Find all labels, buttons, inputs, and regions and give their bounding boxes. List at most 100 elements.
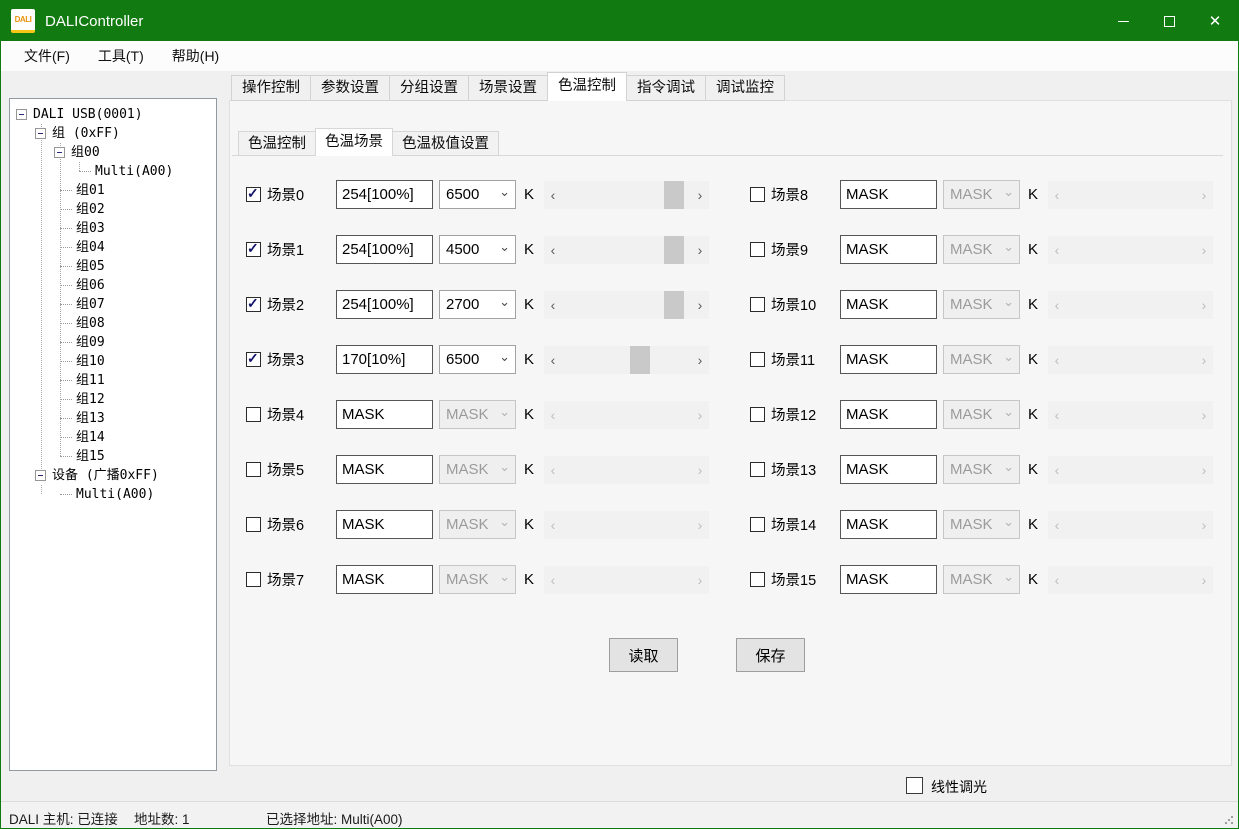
scroll-right-icon[interactable] — [691, 346, 709, 374]
scroll-left-icon[interactable] — [544, 511, 562, 539]
scrollbar-thumb[interactable] — [630, 346, 650, 374]
scroll-left-icon[interactable] — [1048, 291, 1066, 319]
scene-level-input[interactable]: MASK — [336, 400, 433, 429]
scroll-left-icon[interactable] — [544, 291, 562, 319]
scene-level-input[interactable]: MASK — [336, 510, 433, 539]
tab-5[interactable]: 指令调试 — [626, 75, 706, 101]
scene-checkbox[interactable] — [246, 462, 261, 477]
scene-checkbox[interactable] — [750, 297, 765, 312]
scene-scrollbar[interactable] — [544, 181, 709, 209]
tab-0[interactable]: 操作控制 — [231, 75, 311, 101]
scroll-left-icon[interactable] — [1048, 346, 1066, 374]
scroll-right-icon[interactable] — [691, 511, 709, 539]
scene-level-input[interactable]: MASK — [840, 180, 937, 209]
scrollbar-track[interactable] — [1066, 566, 1195, 594]
scene-temp-select[interactable]: MASK — [439, 455, 516, 484]
scrollbar-track[interactable] — [562, 566, 691, 594]
scene-scrollbar[interactable] — [1048, 456, 1213, 484]
subtab-2[interactable]: 色温极值设置 — [392, 131, 499, 156]
scroll-left-icon[interactable] — [544, 401, 562, 429]
scrollbar-track[interactable] — [562, 346, 691, 374]
tab-1[interactable]: 参数设置 — [310, 75, 390, 101]
scene-scrollbar[interactable] — [1048, 181, 1213, 209]
scene-checkbox[interactable] — [750, 517, 765, 532]
read-button[interactable]: 读取 — [609, 638, 678, 672]
scene-temp-select[interactable]: MASK — [943, 510, 1020, 539]
scene-level-input[interactable]: MASK — [336, 565, 433, 594]
scene-temp-select[interactable]: MASK — [943, 565, 1020, 594]
scene-scrollbar[interactable] — [544, 511, 709, 539]
scene-checkbox[interactable] — [246, 517, 261, 532]
scene-level-input[interactable]: MASK — [840, 510, 937, 539]
scene-temp-select[interactable]: 6500 — [439, 180, 516, 209]
scroll-right-icon[interactable] — [1195, 291, 1213, 319]
scene-scrollbar[interactable] — [544, 291, 709, 319]
menu-item-0[interactable]: 文件(F) — [10, 41, 84, 71]
scroll-right-icon[interactable] — [691, 181, 709, 209]
maximize-button[interactable] — [1146, 1, 1192, 41]
save-button[interactable]: 保存 — [736, 638, 805, 672]
collapse-icon[interactable] — [35, 128, 46, 139]
scene-scrollbar[interactable] — [544, 456, 709, 484]
close-button[interactable]: ✕ — [1192, 1, 1238, 41]
scene-level-input[interactable]: MASK — [840, 235, 937, 264]
scene-temp-select[interactable]: MASK — [439, 565, 516, 594]
scene-scrollbar[interactable] — [1048, 346, 1213, 374]
scrollbar-track[interactable] — [1066, 346, 1195, 374]
scene-scrollbar[interactable] — [544, 236, 709, 264]
menu-item-2[interactable]: 帮助(H) — [158, 41, 233, 71]
scene-temp-select[interactable]: MASK — [943, 455, 1020, 484]
scrollbar-thumb[interactable] — [664, 181, 684, 209]
tab-2[interactable]: 分组设置 — [389, 75, 469, 101]
scene-level-input[interactable]: 254[100%] — [336, 290, 433, 319]
scene-level-input[interactable]: MASK — [840, 565, 937, 594]
scroll-right-icon[interactable] — [691, 236, 709, 264]
scene-checkbox[interactable] — [750, 462, 765, 477]
scene-temp-select[interactable]: 4500 — [439, 235, 516, 264]
scene-scrollbar[interactable] — [1048, 401, 1213, 429]
tree-item[interactable]: DALI USB(0001) — [10, 105, 216, 124]
scrollbar-track[interactable] — [1066, 511, 1195, 539]
scrollbar-track[interactable] — [562, 401, 691, 429]
scroll-right-icon[interactable] — [691, 291, 709, 319]
scene-checkbox[interactable] — [246, 242, 261, 257]
scene-scrollbar[interactable] — [544, 401, 709, 429]
scene-checkbox[interactable] — [246, 297, 261, 312]
scene-level-input[interactable]: MASK — [336, 455, 433, 484]
scroll-right-icon[interactable] — [1195, 511, 1213, 539]
scene-checkbox[interactable] — [750, 407, 765, 422]
scrollbar-thumb[interactable] — [664, 236, 684, 264]
scroll-right-icon[interactable] — [1195, 566, 1213, 594]
scroll-left-icon[interactable] — [1048, 566, 1066, 594]
scene-checkbox[interactable] — [246, 187, 261, 202]
scroll-left-icon[interactable] — [544, 236, 562, 264]
scroll-right-icon[interactable] — [691, 401, 709, 429]
scene-level-input[interactable]: MASK — [840, 345, 937, 374]
scroll-left-icon[interactable] — [1048, 236, 1066, 264]
scroll-left-icon[interactable] — [1048, 456, 1066, 484]
scrollbar-track[interactable] — [1066, 236, 1195, 264]
scroll-right-icon[interactable] — [1195, 236, 1213, 264]
scene-temp-select[interactable]: 2700 — [439, 290, 516, 319]
scene-level-input[interactable]: MASK — [840, 290, 937, 319]
scrollbar-track[interactable] — [562, 456, 691, 484]
scene-checkbox[interactable] — [246, 407, 261, 422]
subtab-0[interactable]: 色温控制 — [238, 131, 316, 156]
scene-scrollbar[interactable] — [1048, 511, 1213, 539]
collapse-icon[interactable] — [54, 147, 65, 158]
scene-temp-select[interactable]: MASK — [943, 180, 1020, 209]
scene-scrollbar[interactable] — [544, 566, 709, 594]
scrollbar-track[interactable] — [1066, 181, 1195, 209]
scene-temp-select[interactable]: 6500 — [439, 345, 516, 374]
scroll-left-icon[interactable] — [1048, 401, 1066, 429]
scroll-right-icon[interactable] — [691, 456, 709, 484]
scroll-right-icon[interactable] — [1195, 401, 1213, 429]
scene-temp-select[interactable]: MASK — [439, 400, 516, 429]
scrollbar-track[interactable] — [1066, 291, 1195, 319]
tab-4[interactable]: 色温控制 — [547, 72, 627, 101]
scene-level-input[interactable]: 254[100%] — [336, 235, 433, 264]
scroll-left-icon[interactable] — [544, 346, 562, 374]
scroll-left-icon[interactable] — [544, 566, 562, 594]
scene-scrollbar[interactable] — [1048, 566, 1213, 594]
scroll-right-icon[interactable] — [691, 566, 709, 594]
